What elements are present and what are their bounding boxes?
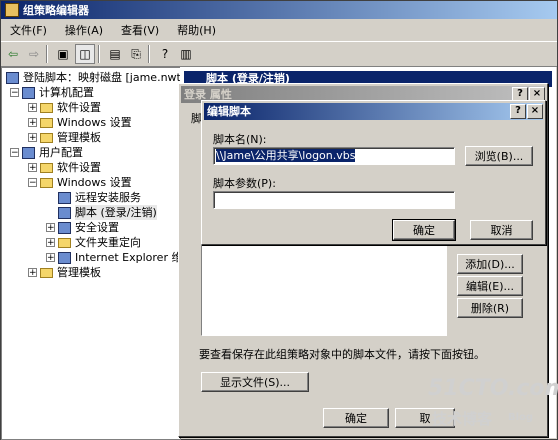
properties-icon[interactable]: ▤ xyxy=(106,45,124,63)
script-name-input[interactable]: \\Jame\公用共享\logon.vbs xyxy=(213,147,455,165)
tree-label: 计算机配置 xyxy=(39,86,94,99)
expand-icon[interactable]: + xyxy=(28,163,37,173)
tree-computer-config[interactable]: − 计算机配置 xyxy=(10,85,94,100)
tree-c-windows[interactable]: + Windows 设置 xyxy=(28,115,132,130)
folder-icon xyxy=(40,132,53,143)
window-titlebar: 组策略编辑器 xyxy=(1,1,557,19)
tree-c-admin[interactable]: + 管理模板 xyxy=(28,130,101,145)
help-button[interactable]: ? xyxy=(510,104,526,119)
tree-security[interactable]: + 安全设置 xyxy=(46,220,119,235)
tree-scripts[interactable]: 脚本 (登录/注销) xyxy=(58,205,157,220)
cancel-button[interactable]: 取消 xyxy=(470,220,533,240)
tree-label: 脚本 (登录/注销) xyxy=(75,205,157,220)
collapse-icon[interactable]: − xyxy=(28,178,37,188)
expand-icon[interactable]: + xyxy=(46,238,55,248)
close-button[interactable]: × xyxy=(527,104,543,119)
ok-button[interactable]: 确定 xyxy=(392,219,456,241)
watermark-sub: 技术博客 xyxy=(432,410,493,428)
policy-icon xyxy=(6,71,19,84)
back-icon[interactable]: ⇦ xyxy=(4,45,22,63)
show-files-button[interactable]: 显示文件(S)... xyxy=(201,372,309,392)
menu-help[interactable]: 帮助(H) xyxy=(168,22,225,38)
tree-pane: 登陆脚本：映射磁盘 [jame.nwtr − 计算机配置 + 软件设置 + Wi… xyxy=(1,67,185,440)
tree-u-admin[interactable]: + 管理模板 xyxy=(28,265,101,280)
computer-icon xyxy=(22,86,35,99)
remote-install-icon xyxy=(58,191,71,204)
script-icon xyxy=(58,206,71,219)
ok-button[interactable]: 确定 xyxy=(323,408,389,428)
script-param-input[interactable] xyxy=(213,191,455,209)
toolbar-separator xyxy=(148,45,150,63)
tree-label: 安全设置 xyxy=(75,221,119,234)
folder-icon xyxy=(58,237,71,248)
expand-icon[interactable]: + xyxy=(46,223,55,233)
ie-icon xyxy=(58,251,71,264)
browse-button[interactable]: 浏览(B)... xyxy=(465,146,533,166)
console-icon[interactable]: ▥ xyxy=(177,45,195,63)
folder-icon xyxy=(40,267,53,278)
tree-label: 用户配置 xyxy=(39,146,83,159)
tree-c-software[interactable]: + 软件设置 xyxy=(28,100,101,115)
tree-folder-redirect[interactable]: + 文件夹重定向 xyxy=(46,235,141,250)
tree-label: 远程安装服务 xyxy=(75,191,141,204)
script-list[interactable] xyxy=(201,239,447,336)
app-icon xyxy=(5,3,19,17)
edit-button[interactable]: 编辑(E)... xyxy=(457,276,523,296)
folder-icon xyxy=(40,162,53,173)
tree-label: Internet Explorer 维 xyxy=(75,251,183,264)
toolbar: ⇦ ⇨ ▣ ◫ ▤ ⎘ ? ▥ xyxy=(1,41,557,67)
tree-u-windows[interactable]: − Windows 设置 xyxy=(28,175,132,190)
expand-icon[interactable]: + xyxy=(28,268,37,278)
remove-button[interactable]: 删除(R) xyxy=(457,298,523,318)
menu-bar: 文件(F) 操作(A) 查看(V) 帮助(H) xyxy=(1,20,557,40)
tree-ie[interactable]: + Internet Explorer 维 xyxy=(46,250,182,265)
toolbar-separator xyxy=(98,45,100,63)
add-button[interactable]: 添加(D)... xyxy=(457,254,523,274)
menu-action[interactable]: 操作(A) xyxy=(56,22,112,38)
tree-label: 软件设置 xyxy=(57,101,101,114)
folder-icon xyxy=(40,177,53,188)
expand-icon[interactable]: + xyxy=(28,103,37,113)
folder-icon xyxy=(40,117,53,128)
expand-icon[interactable]: + xyxy=(28,133,37,143)
tree-label: Windows 设置 xyxy=(57,176,132,189)
folder-icon xyxy=(40,102,53,113)
script-name-value: \\Jame\公用共享\logon.vbs xyxy=(216,149,356,162)
tree-label: 软件设置 xyxy=(57,161,101,174)
expand-icon[interactable]: + xyxy=(28,118,37,128)
window-title: 组策略编辑器 xyxy=(23,4,89,17)
edit-script-dialog: 编辑脚本 ? × 脚本名(N): \\Jame\公用共享\logon.vbs 浏… xyxy=(201,100,546,245)
tree-u-software[interactable]: + 软件设置 xyxy=(28,160,101,175)
watermark-site: 51CTO.com xyxy=(428,376,558,401)
tree-user-config[interactable]: − 用户配置 xyxy=(10,145,83,160)
collapse-icon[interactable]: − xyxy=(10,88,19,98)
tree-label: 登陆脚本：映射磁盘 [jame.nwtr xyxy=(23,71,186,84)
show-files-note: 要查看保存在此组策略对象中的脚本文件，请按下面按钮。 xyxy=(199,348,485,361)
tree-label: 文件夹重定向 xyxy=(75,236,141,249)
script-name-label: 脚本名(N): xyxy=(213,133,267,146)
menu-view[interactable]: 查看(V) xyxy=(112,22,168,38)
menu-file[interactable]: 文件(F) xyxy=(1,22,56,38)
tree-label: 管理模板 xyxy=(57,131,101,144)
user-icon xyxy=(22,146,35,159)
watermark-blog: Blog xyxy=(508,412,534,423)
collapse-icon[interactable]: − xyxy=(10,148,19,158)
tree-label: 管理模板 xyxy=(57,266,101,279)
security-icon xyxy=(58,221,71,234)
script-param-label: 脚本参数(P): xyxy=(213,177,276,190)
forward-icon[interactable]: ⇨ xyxy=(25,45,43,63)
tree-remote-install[interactable]: 远程安装服务 xyxy=(58,190,141,205)
expand-icon[interactable]: + xyxy=(46,253,55,263)
tree-root[interactable]: 登陆脚本：映射磁盘 [jame.nwtr xyxy=(6,70,185,85)
dialog-title: 编辑脚本 xyxy=(207,105,251,118)
tree-label: Windows 设置 xyxy=(57,116,132,129)
toolbar-separator xyxy=(46,45,48,63)
help-icon[interactable]: ? xyxy=(156,45,174,63)
export-list-icon[interactable]: ⎘ xyxy=(127,45,145,63)
show-tree-icon[interactable]: ◫ xyxy=(75,44,95,64)
up-folder-icon[interactable]: ▣ xyxy=(54,45,72,63)
dialog-titlebar: 编辑脚本 xyxy=(204,103,543,120)
